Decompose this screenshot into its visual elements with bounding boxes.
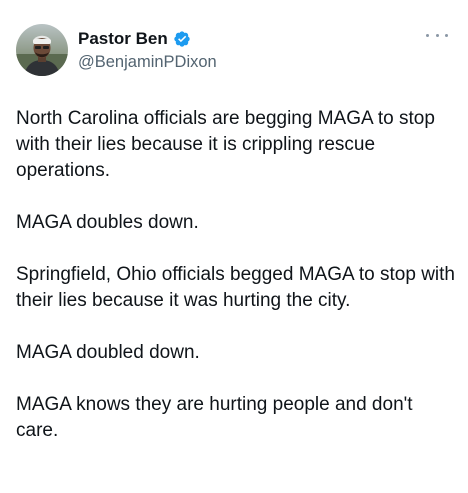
display-name-row: Pastor Ben — [78, 28, 217, 50]
tweet-paragraph: MAGA doubled down. — [16, 342, 200, 363]
more-dot — [435, 33, 439, 37]
avatar-photo-icon — [16, 24, 68, 76]
more-dot — [426, 33, 429, 37]
more-dot — [445, 33, 448, 37]
tweet-card: Pastor Ben @BenjaminPDixon North Carolin… — [0, 0, 468, 493]
tweet-text: North Carolina officials are begging MAG… — [16, 106, 456, 444]
tweet-paragraph: MAGA doubles down. — [16, 212, 199, 233]
verified-badge-icon — [174, 31, 190, 47]
tweet-paragraph: MAGA knows they are hurting people and d… — [16, 394, 413, 441]
tweet-header: Pastor Ben @BenjaminPDixon — [16, 22, 452, 78]
author-names: Pastor Ben @BenjaminPDixon — [78, 28, 217, 73]
author-handle[interactable]: @BenjaminPDixon — [78, 51, 217, 73]
more-options-icon[interactable] — [426, 30, 448, 40]
tweet-paragraph: Springfield, Ohio officials begged MAGA … — [16, 264, 456, 311]
display-name[interactable]: Pastor Ben — [78, 28, 168, 50]
tweet-paragraph: North Carolina officials are begging MAG… — [16, 108, 435, 181]
avatar[interactable] — [16, 24, 68, 76]
